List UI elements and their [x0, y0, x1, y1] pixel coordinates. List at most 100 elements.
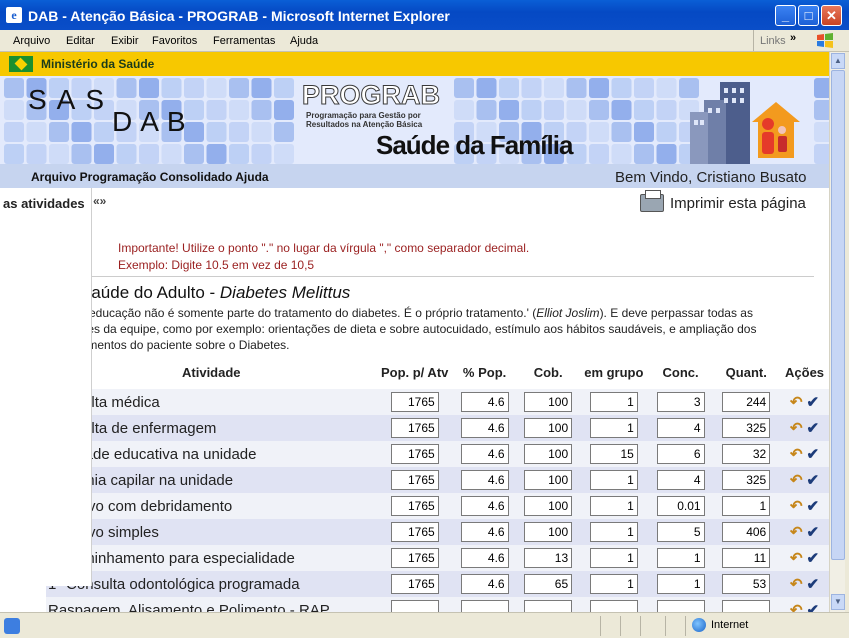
undo-icon[interactable]: ↶ — [790, 393, 803, 411]
cob-input[interactable] — [524, 444, 573, 464]
grupo-input[interactable] — [589, 522, 638, 542]
activities-panel-label[interactable]: as atividades — [3, 196, 85, 211]
quant-input[interactable] — [722, 522, 771, 542]
menu-favoritos[interactable]: Favoritos — [152, 35, 197, 47]
cob-input[interactable] — [524, 600, 573, 612]
header-acoes: Ações — [785, 365, 825, 380]
confirm-check-icon[interactable]: ✔ — [807, 601, 820, 612]
panel-toggle-icon[interactable]: «» — [93, 194, 106, 208]
cob-input[interactable] — [524, 392, 573, 412]
confirm-check-icon[interactable]: ✔ — [807, 445, 820, 463]
confirm-check-icon[interactable]: ✔ — [807, 523, 820, 541]
conc-input[interactable] — [656, 392, 705, 412]
confirm-check-icon[interactable]: ✔ — [807, 419, 820, 437]
undo-icon[interactable]: ↶ — [790, 601, 803, 612]
pop-input[interactable] — [390, 600, 439, 612]
quant-input[interactable] — [722, 548, 771, 568]
pct-input[interactable] — [460, 600, 509, 612]
pct-input[interactable] — [460, 444, 509, 464]
undo-icon[interactable]: ↶ — [790, 445, 803, 463]
scroll-up-icon[interactable]: ▲ — [831, 53, 845, 69]
pct-input[interactable] — [460, 470, 509, 490]
quant-input[interactable] — [722, 600, 771, 612]
app-menu[interactable]: Arquivo Programação Consolidado Ajuda — [31, 170, 269, 184]
menu-arquivo[interactable]: Arquivo — [13, 35, 50, 47]
grupo-input[interactable] — [589, 548, 638, 568]
cell-grupo — [579, 415, 648, 441]
conc-input[interactable] — [656, 470, 705, 490]
confirm-check-icon[interactable]: ✔ — [807, 575, 820, 593]
pct-input[interactable] — [460, 574, 509, 594]
links-toolbar[interactable]: Links — [753, 30, 813, 51]
undo-icon[interactable]: ↶ — [790, 471, 803, 489]
pct-input[interactable] — [460, 522, 509, 542]
row-actions: ↶ ✔ — [779, 571, 829, 597]
pop-input[interactable] — [390, 470, 439, 490]
pop-input[interactable] — [390, 496, 439, 516]
grupo-input[interactable] — [589, 496, 638, 516]
pop-input[interactable] — [390, 392, 439, 412]
pop-input[interactable] — [390, 418, 439, 438]
confirm-check-icon[interactable]: ✔ — [807, 497, 820, 515]
grupo-input[interactable] — [589, 470, 638, 490]
grupo-input[interactable] — [589, 392, 638, 412]
cell-pop — [376, 389, 453, 415]
pop-input[interactable] — [390, 574, 439, 594]
grupo-input[interactable] — [589, 600, 638, 612]
quant-input[interactable] — [722, 574, 771, 594]
pct-input[interactable] — [460, 418, 509, 438]
cob-input[interactable] — [524, 496, 573, 516]
menu-ferramentas[interactable]: Ferramentas — [213, 35, 275, 47]
cell-pct — [452, 441, 517, 467]
pop-input[interactable] — [390, 548, 439, 568]
status-bar: Internet — [0, 612, 849, 638]
minimize-button[interactable]: _ — [775, 5, 796, 26]
quant-input[interactable] — [722, 444, 771, 464]
conc-input[interactable] — [656, 574, 705, 594]
pop-input[interactable] — [390, 522, 439, 542]
close-button[interactable]: ✕ — [821, 5, 842, 26]
undo-icon[interactable]: ↶ — [790, 575, 803, 593]
cob-input[interactable] — [524, 470, 573, 490]
undo-icon[interactable]: ↶ — [790, 549, 803, 567]
scroll-thumb[interactable] — [831, 70, 845, 560]
chevron-right-icon[interactable]: » — [790, 32, 796, 44]
confirm-check-icon[interactable]: ✔ — [807, 471, 820, 489]
menu-ajuda[interactable]: Ajuda — [290, 35, 318, 47]
maximize-button[interactable]: □ — [798, 5, 819, 26]
cell-pct — [452, 519, 517, 545]
conc-input[interactable] — [656, 548, 705, 568]
confirm-check-icon[interactable]: ✔ — [807, 549, 820, 567]
cob-input[interactable] — [524, 548, 573, 568]
ie-icon: e — [6, 7, 22, 23]
conc-input[interactable] — [656, 496, 705, 516]
undo-icon[interactable]: ↶ — [790, 523, 803, 541]
quant-input[interactable] — [722, 392, 771, 412]
quant-input[interactable] — [722, 496, 771, 516]
cell-pct — [452, 389, 517, 415]
conc-input[interactable] — [656, 418, 705, 438]
menu-editar[interactable]: Editar — [66, 35, 95, 47]
undo-icon[interactable]: ↶ — [790, 419, 803, 437]
ministry-bar: Ministério da Saúde — [0, 52, 829, 76]
conc-input[interactable] — [656, 522, 705, 542]
quant-input[interactable] — [722, 418, 771, 438]
grupo-input[interactable] — [589, 418, 638, 438]
pct-input[interactable] — [460, 392, 509, 412]
conc-input[interactable] — [656, 444, 705, 464]
cob-input[interactable] — [524, 574, 573, 594]
grupo-input[interactable] — [589, 574, 638, 594]
grupo-input[interactable] — [589, 444, 638, 464]
pct-input[interactable] — [460, 548, 509, 568]
cob-input[interactable] — [524, 522, 573, 542]
vertical-scrollbar[interactable]: ▲ ▼ — [829, 52, 845, 612]
undo-icon[interactable]: ↶ — [790, 497, 803, 515]
confirm-check-icon[interactable]: ✔ — [807, 393, 820, 411]
pop-input[interactable] — [390, 444, 439, 464]
quant-input[interactable] — [722, 470, 771, 490]
conc-input[interactable] — [656, 600, 705, 612]
scroll-down-icon[interactable]: ▼ — [831, 594, 845, 610]
cob-input[interactable] — [524, 418, 573, 438]
menu-exibir[interactable]: Exibir — [111, 35, 139, 47]
pct-input[interactable] — [460, 496, 509, 516]
